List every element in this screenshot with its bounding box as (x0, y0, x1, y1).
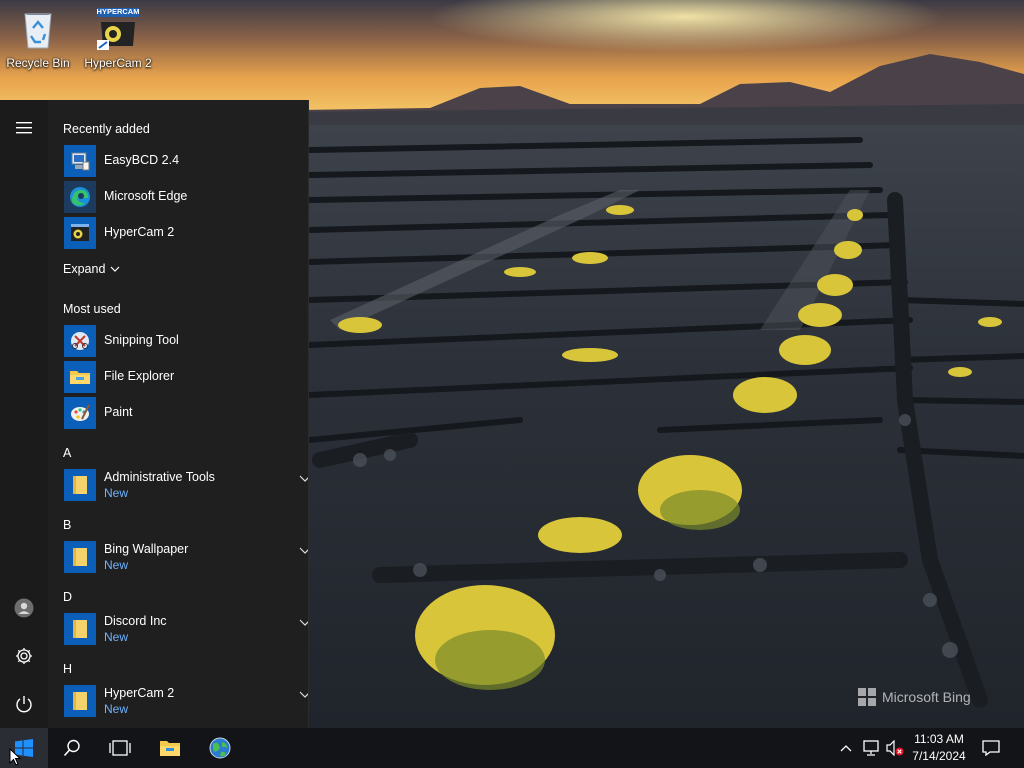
network-icon (863, 740, 879, 756)
app-name: HyperCam 2 (104, 225, 175, 239)
clock-time: 11:03 AM (914, 732, 964, 746)
letter-header-d[interactable]: D (63, 590, 72, 604)
expand-label: Expand (63, 262, 106, 276)
easybcd-icon (64, 145, 96, 177)
browser-taskbar-button[interactable] (196, 728, 244, 768)
folder-icon (64, 469, 96, 501)
recycle-bin-icon (15, 6, 61, 52)
app-item-administrative-tools[interactable]: Administrative Tools New (64, 468, 308, 502)
paint-icon (64, 397, 96, 429)
desktop-icon-recycle-bin[interactable]: Recycle Bin (0, 6, 76, 70)
app-item-snipping-tool[interactable]: Snipping Tool (64, 324, 300, 358)
chevron-down-icon[interactable] (298, 544, 308, 558)
new-badge: New (104, 702, 129, 716)
new-badge: New (104, 630, 129, 644)
network-button[interactable] (858, 728, 884, 768)
file-explorer-taskbar-button[interactable] (146, 728, 194, 768)
user-account-button[interactable] (0, 586, 48, 630)
notification-icon (982, 740, 1000, 756)
app-item-microsoft-edge[interactable]: Microsoft Edge (64, 180, 300, 214)
folder-icon (64, 613, 96, 645)
app-item-hypercam-folder[interactable]: HyperCam 2 New (64, 684, 308, 718)
hypercam-icon (64, 217, 96, 249)
app-item-hypercam[interactable]: HyperCam 2 (64, 216, 300, 250)
volume-muted-icon (886, 740, 904, 756)
app-name: Discord Inc (104, 614, 167, 628)
recently-added-heading: Recently added (63, 122, 150, 136)
edge-icon (64, 181, 96, 213)
app-item-easybcd[interactable]: EasyBCD 2.4 (64, 144, 300, 178)
start-menu-rail (0, 100, 48, 728)
hypercam-icon: HYPERCAM (95, 6, 141, 52)
app-name: HyperCam 2 (104, 686, 175, 700)
folder-icon (64, 685, 96, 717)
app-name: EasyBCD 2.4 (104, 153, 180, 167)
desktop-icon-label: HyperCam 2 (84, 56, 152, 70)
globe-browser-icon (209, 737, 231, 759)
app-name: File Explorer (104, 369, 175, 383)
folder-icon (64, 361, 96, 393)
volume-button[interactable] (884, 728, 906, 768)
show-hidden-icons-button[interactable] (836, 728, 856, 768)
new-badge: New (104, 486, 129, 500)
desktop-icon-hypercam[interactable]: HYPERCAM HyperCam 2 (80, 6, 156, 70)
system-clock[interactable]: 11:03 AM 7/14/2024 (904, 731, 974, 765)
letter-header-b[interactable]: B (63, 518, 71, 532)
folder-icon (64, 541, 96, 573)
start-button[interactable] (0, 728, 48, 768)
chevron-down-icon[interactable] (298, 616, 308, 630)
search-button[interactable] (48, 728, 96, 768)
start-menu-app-list[interactable]: Recently added EasyBCD 2.4 Microsoft Edg… (48, 100, 308, 728)
desktop-icon-label: Recycle Bin (6, 56, 70, 70)
folder-icon (160, 741, 180, 756)
expand-button[interactable]: Expand (63, 262, 120, 276)
app-name: Paint (104, 405, 133, 419)
power-icon (16, 696, 32, 713)
user-icon (14, 598, 34, 618)
app-name: Bing Wallpaper (104, 542, 189, 556)
start-menu: Recently added EasyBCD 2.4 Microsoft Edg… (0, 100, 309, 728)
clock-date: 7/14/2024 (912, 749, 966, 763)
settings-button[interactable] (0, 634, 48, 678)
hypercam-logo-text: HYPERCAM (96, 7, 140, 16)
bing-watermark: Microsoft Bing (858, 688, 971, 706)
power-button[interactable] (0, 682, 48, 726)
most-used-heading: Most used (63, 302, 121, 316)
hamburger-icon (16, 122, 32, 134)
app-name: Microsoft Edge (104, 189, 188, 203)
taskbar: 11:03 AM 7/14/2024 (0, 728, 1024, 768)
app-item-bing-wallpaper[interactable]: Bing Wallpaper New (64, 540, 308, 574)
app-name: Snipping Tool (104, 333, 179, 347)
gear-icon (16, 648, 32, 664)
app-name: Administrative Tools (104, 470, 215, 484)
app-item-discord-inc[interactable]: Discord Inc New (64, 612, 308, 646)
mouse-cursor-icon (9, 748, 21, 766)
search-icon (63, 739, 80, 757)
action-center-button[interactable] (976, 728, 1006, 768)
new-badge: New (104, 558, 129, 572)
bing-watermark-text: Microsoft Bing (882, 689, 971, 705)
hamburger-menu-button[interactable] (0, 106, 48, 150)
task-view-icon (109, 740, 131, 756)
app-item-paint[interactable]: Paint (64, 396, 300, 430)
snipping-tool-icon (64, 325, 96, 357)
task-view-button[interactable] (96, 728, 144, 768)
letter-header-a[interactable]: A (63, 446, 71, 460)
chevron-down-icon (110, 266, 120, 272)
letter-header-h[interactable]: H (63, 662, 72, 676)
chevron-down-icon[interactable] (298, 472, 308, 486)
windows-logo-icon (858, 688, 876, 706)
chevron-down-icon[interactable] (298, 688, 308, 702)
chevron-up-icon (840, 745, 852, 752)
app-item-file-explorer[interactable]: File Explorer (64, 360, 300, 394)
